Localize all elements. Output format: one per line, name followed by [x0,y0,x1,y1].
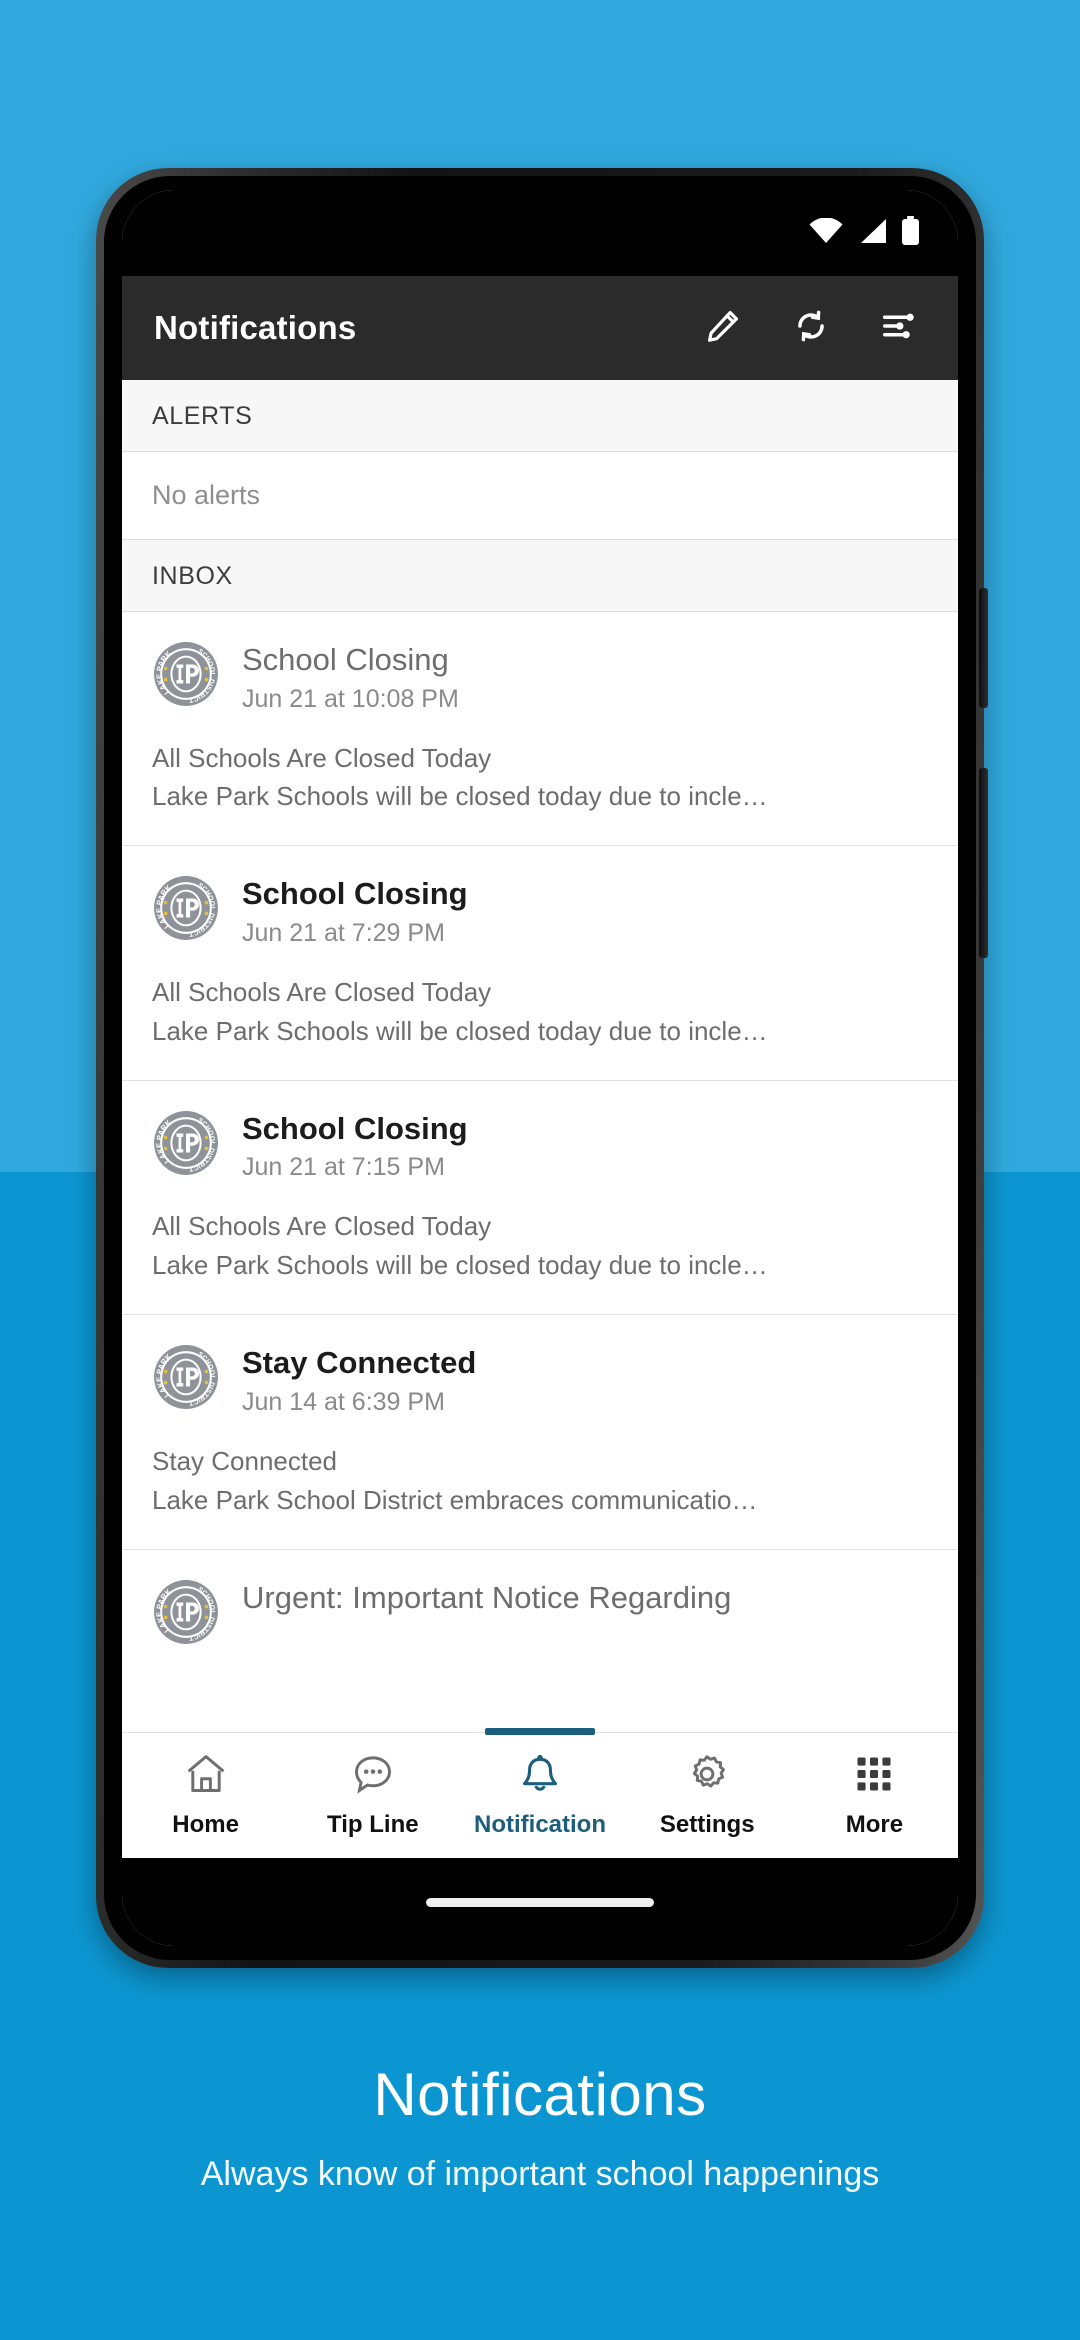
list-item-text: School Closing Jun 21 at 7:29 PM [242,874,928,948]
wifi-icon [809,217,843,249]
section-header-alerts: ALERTS [122,380,958,452]
notification-title: School Closing [242,642,449,677]
notification-preview: Lake Park Schools will be closed today d… [152,781,768,812]
nav-label: Settings [659,1811,755,1838]
chat-bubble-icon [351,1752,395,1801]
bell-icon [518,1752,562,1801]
nav-item-notification[interactable]: Notification [456,1728,623,1858]
nav-label: Tip Line [327,1811,419,1838]
alerts-empty-state: No alerts [122,452,958,540]
home-indicator[interactable] [426,1897,654,1907]
school-district-seal-icon: LAKE PARK SCHOOL DISTRICT [152,1109,220,1177]
notification-date: Jun 21 at 7:15 PM [242,1153,445,1182]
list-item-text: Stay Connected Jun 14 at 6:39 PM [242,1343,928,1417]
battery-icon [901,215,920,251]
page-title: Notifications [154,309,357,346]
notification-date: Jun 14 at 6:39 PM [242,1387,445,1416]
phone-screen: Notifications ALERTS No alerts INBOX LAK… [122,190,958,1946]
notification-subject: All Schools Are Closed Today [152,1211,492,1242]
nav-label: Notification [474,1811,606,1838]
list-item-text: Urgent: Important Notice Regarding [242,1578,928,1617]
nav-item-home[interactable]: Home [122,1733,289,1858]
pencil-icon [704,307,742,350]
list-item[interactable]: LAKE PARK SCHOOL DISTRICT [122,846,958,1081]
active-tab-indicator [485,1728,595,1735]
app-bar: Notifications [122,276,958,380]
cellular-signal-icon [857,218,887,249]
notification-subject: Stay Connected [152,1445,338,1476]
compose-button[interactable] [700,305,746,351]
school-district-seal-icon: LAKE PARK SCHOOL DISTRICT [152,1578,220,1646]
school-district-seal-icon: LAKE PARK SCHOOL DISTRICT [152,1343,220,1411]
notification-date: Jun 21 at 10:08 PM [242,684,459,713]
bottom-navigation-bar: Home Tip Line Notification Settings More [122,1728,958,1858]
app-bar-actions [700,305,930,351]
filter-button[interactable] [876,305,922,351]
nav-label: Home [172,1811,239,1838]
promo-caption: Notifications Always know of important s… [0,2060,1080,2194]
notification-title: Stay Connected [242,1345,477,1381]
list-item-header: LAKE PARK SCHOOL DISTRICT [152,1343,928,1417]
nav-item-settings[interactable]: Settings [624,1733,791,1858]
notification-preview: Lake Park School District embraces commu… [152,1484,758,1515]
notification-title: School Closing [242,876,468,912]
notification-subject: All Schools Are Closed Today [152,976,492,1007]
notification-preview: Lake Park Schools will be closed today d… [152,1250,768,1281]
list-item-text: School Closing Jun 21 at 10:08 PM [242,640,928,714]
grid-apps-icon [852,1752,896,1801]
device-side-button-power[interactable] [979,768,988,958]
phone-device-frame: Notifications ALERTS No alerts INBOX LAK… [96,168,988,1968]
section-header-inbox: INBOX [122,540,958,612]
device-side-button-volume[interactable] [979,588,988,708]
school-district-seal-icon: LAKE PARK SCHOOL DISTRICT [152,874,220,942]
status-bar [122,190,958,276]
list-item-header: LAKE PARK SCHOOL DISTRICT [152,1578,928,1646]
refresh-button[interactable] [788,305,834,351]
list-item[interactable]: LAKE PARK SCHOOL DISTRICT [122,612,958,847]
list-item[interactable]: LAKE PARK SCHOOL DISTRICT [122,1549,958,1646]
list-item-header: LAKE PARK SCHOOL DISTRICT [152,640,928,714]
notification-title: Urgent: Important Notice Regarding [242,1579,732,1615]
sync-icon [792,307,830,350]
notification-subject: All Schools Are Closed Today [152,742,492,773]
nav-label: More [845,1811,904,1838]
list-item-header: LAKE PARK SCHOOL DISTRICT [152,1109,928,1183]
notification-preview: Lake Park Schools will be closed today d… [152,1015,768,1046]
caption-subtitle: Always know of important school happenin… [200,2155,880,2193]
list-item-text: School Closing Jun 21 at 7:15 PM [242,1109,928,1183]
notification-title: School Closing [242,1110,468,1146]
list-item[interactable]: LAKE PARK SCHOOL DISTRICT [122,1080,958,1316]
list-item-header: LAKE PARK SCHOOL DISTRICT [152,874,928,948]
list-item[interactable]: LAKE PARK SCHOOL DISTRICT [122,1315,958,1550]
nav-item-tip-line[interactable]: Tip Line [289,1733,456,1858]
school-district-seal-icon: LAKE PARK SCHOOL DISTRICT [152,640,220,708]
notifications-list[interactable]: ALERTS No alerts INBOX LAKE PARK SCHOOL … [122,380,958,1732]
nav-item-more[interactable]: More [791,1733,958,1858]
caption-title: Notifications [373,2061,707,2128]
phone-bezel: Notifications ALERTS No alerts INBOX LAK… [104,176,976,1960]
system-navigation-area [122,1858,958,1946]
tune-sliders-icon [880,307,918,350]
home-icon [184,1752,228,1801]
notification-date: Jun 21 at 7:29 PM [242,918,445,947]
gear-icon [685,1752,729,1801]
